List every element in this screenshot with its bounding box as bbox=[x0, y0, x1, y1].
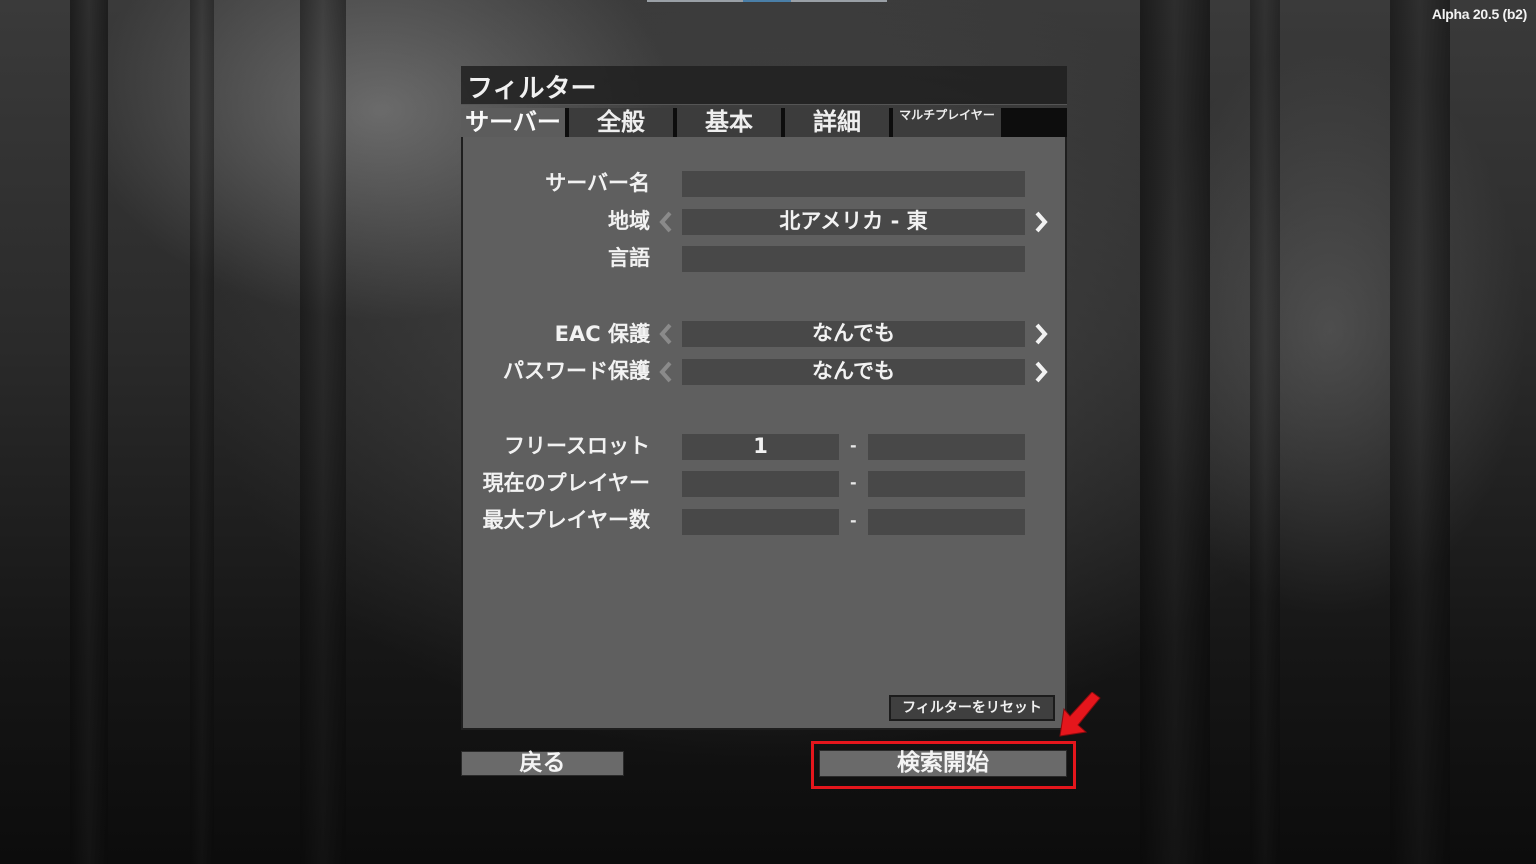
loading-bar bbox=[647, 0, 887, 2]
tab-advanced[interactable]: 詳細 bbox=[785, 108, 891, 137]
eac-selector[interactable]: なんでも bbox=[682, 321, 1025, 347]
tab-bar: サーバー 全般 基本 詳細 マルチプレイヤー bbox=[461, 108, 1067, 137]
password-next-arrow-icon[interactable] bbox=[1031, 359, 1051, 385]
red-pointer-arrow-icon bbox=[1059, 692, 1101, 737]
region-next-arrow-icon[interactable] bbox=[1031, 209, 1051, 235]
background-tree bbox=[70, 0, 108, 864]
free-slots-label: フリースロット bbox=[504, 434, 650, 458]
server-name-input[interactable] bbox=[682, 171, 1025, 197]
version-label: Alpha 20.5 (b2) bbox=[1431, 6, 1527, 22]
current-players-label: 現在のプレイヤー bbox=[482, 471, 650, 495]
back-button[interactable]: 戻る bbox=[461, 751, 624, 776]
window-title: フィルター bbox=[467, 74, 597, 104]
current-players-max-input[interactable] bbox=[868, 471, 1025, 497]
highlight-box bbox=[811, 741, 1076, 789]
range-separator: - bbox=[850, 511, 857, 530]
tab-general[interactable]: 全般 bbox=[569, 108, 675, 137]
background-tree bbox=[190, 0, 214, 864]
max-players-label: 最大プレイヤー数 bbox=[482, 508, 650, 532]
eac-next-arrow-icon[interactable] bbox=[1031, 321, 1051, 347]
max-players-max-input[interactable] bbox=[868, 509, 1025, 535]
server-name-label: サーバー名 bbox=[545, 171, 650, 195]
password-prev-arrow-icon[interactable] bbox=[656, 359, 676, 385]
current-players-min-input[interactable] bbox=[682, 471, 839, 497]
eac-prev-arrow-icon[interactable] bbox=[656, 321, 676, 347]
eac-label: EAC 保護 bbox=[554, 322, 650, 346]
region-label: 地域 bbox=[608, 209, 650, 233]
background-tree bbox=[1140, 0, 1210, 864]
tab-server[interactable]: サーバー bbox=[461, 108, 567, 137]
password-selector[interactable]: なんでも bbox=[682, 359, 1025, 385]
background-tree bbox=[1390, 0, 1450, 864]
language-label: 言語 bbox=[608, 246, 650, 270]
background-tree bbox=[300, 0, 346, 864]
reset-filter-button[interactable]: フィルターをリセット bbox=[889, 695, 1055, 721]
free-slots-min-input[interactable]: 1 bbox=[682, 434, 839, 460]
range-separator: - bbox=[850, 473, 857, 492]
tab-basic[interactable]: 基本 bbox=[677, 108, 783, 137]
region-prev-arrow-icon[interactable] bbox=[656, 209, 676, 235]
background-tree bbox=[1250, 0, 1280, 864]
language-selector[interactable] bbox=[682, 246, 1025, 272]
max-players-min-input[interactable] bbox=[682, 509, 839, 535]
password-label: パスワード保護 bbox=[503, 359, 650, 383]
free-slots-max-input[interactable] bbox=[868, 434, 1025, 460]
region-selector[interactable]: 北アメリカ - 東 bbox=[682, 209, 1025, 235]
range-separator: - bbox=[850, 436, 857, 455]
tab-multiplayer[interactable]: マルチプレイヤー bbox=[893, 108, 1003, 137]
window-title-bar: フィルター bbox=[461, 66, 1067, 105]
